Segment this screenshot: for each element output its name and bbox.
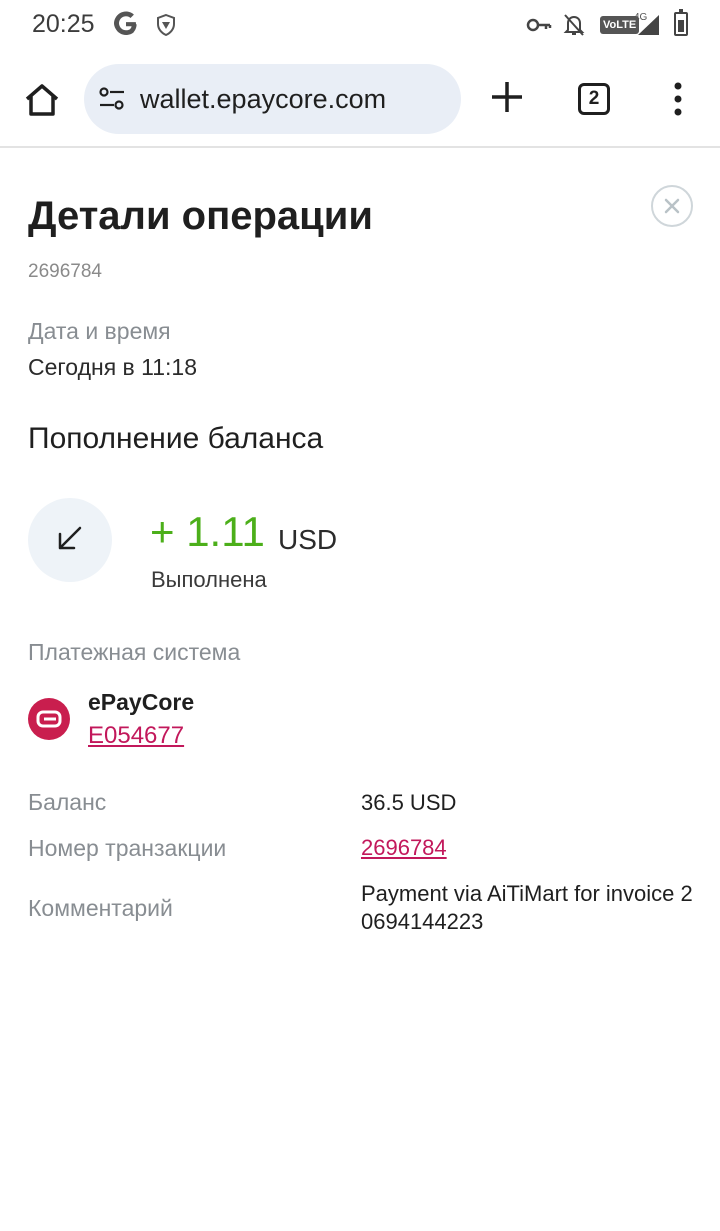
epaycore-logo-icon: [36, 710, 62, 728]
incoming-direction-badge: [28, 498, 112, 582]
close-button[interactable]: [651, 185, 693, 227]
amount-currency: USD: [278, 524, 338, 555]
comment-value: Payment via AiTiMart for invoice 2069414…: [361, 881, 693, 934]
url-text[interactable]: wallet.epaycore.com: [140, 84, 386, 115]
browser-toolbar: wallet.epaycore.com 2: [0, 52, 720, 148]
amount: + 1.11: [150, 508, 265, 555]
datetime-label: Дата и время: [28, 318, 171, 344]
payment-system-name: ePayCore: [88, 689, 195, 715]
new-tab-icon[interactable]: [490, 80, 524, 114]
status-time: 20:25: [32, 10, 95, 38]
home-icon[interactable]: [22, 80, 62, 120]
balance-value: 36.5 USD: [361, 790, 457, 815]
page-title: Детали операции: [28, 194, 373, 238]
more-menu-icon[interactable]: [668, 82, 688, 116]
payment-system-account-link[interactable]: E054677: [88, 722, 184, 750]
url-bar[interactable]: wallet.epaycore.com: [84, 64, 461, 134]
google-icon: [114, 11, 137, 35]
status-text: Выполнена: [151, 567, 267, 592]
comment-label: Комментарий: [28, 895, 173, 921]
battery-icon: [674, 9, 688, 36]
arrow-down-left-icon: [58, 526, 82, 550]
tx-number-label: Номер транзакции: [28, 835, 227, 861]
status-bar: 20:25 VoLTE 4G: [0, 0, 720, 52]
key-icon: [526, 18, 552, 32]
operation-type: Пополнение баланса: [28, 422, 324, 455]
site-settings-icon[interactable]: [98, 86, 126, 112]
close-icon: [664, 198, 680, 214]
balance-label: Баланс: [28, 789, 107, 815]
datetime-value: Сегодня в 11:18: [28, 354, 197, 380]
tx-number-link[interactable]: 2696784: [361, 835, 447, 861]
epaycore-logo: [28, 698, 70, 740]
operation-id: 2696784: [28, 261, 102, 282]
payment-system-label: Платежная система: [28, 639, 241, 665]
signal-icon: [638, 15, 659, 35]
tab-switcher-button[interactable]: 2: [578, 83, 610, 115]
shield-icon: [157, 14, 175, 36]
bell-off-icon: [563, 14, 585, 36]
